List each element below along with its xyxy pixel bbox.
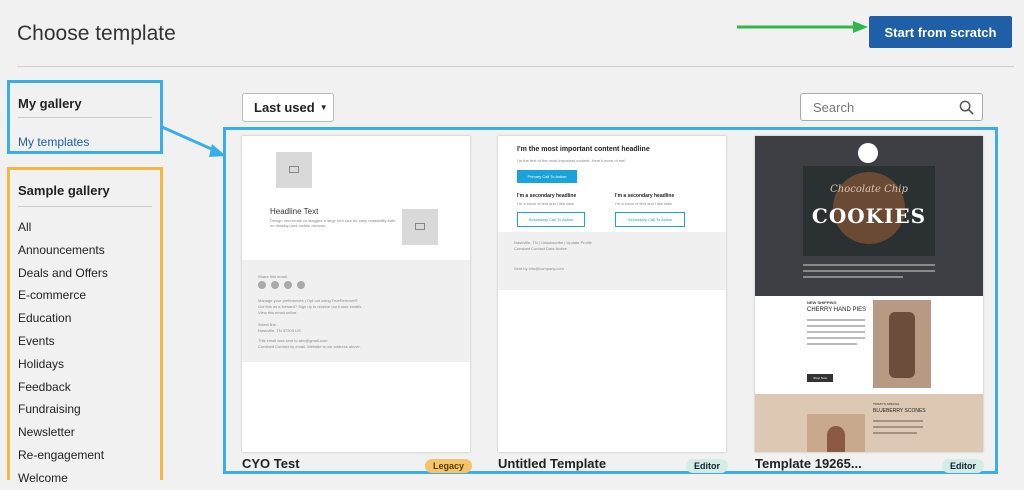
category-all[interactable]: All — [18, 216, 108, 239]
social-icon — [258, 281, 266, 289]
editor-badge: Editor — [942, 459, 984, 473]
primary-cta-button: Primary Call To Action — [517, 170, 577, 183]
text-line — [807, 319, 865, 321]
category-education[interactable]: Education — [18, 307, 108, 330]
footer-line: This email was sent to abc@gmail.com — [258, 338, 328, 343]
legacy-badge: Legacy — [425, 459, 473, 473]
green-arrow-annotation — [737, 21, 868, 33]
preview-headline: Headline Text — [270, 207, 319, 216]
category-newsletter[interactable]: Newsletter — [18, 421, 108, 444]
secondary-headline: I'm a secondary headline — [615, 193, 675, 199]
text-line — [803, 270, 935, 272]
search-input[interactable] — [811, 99, 955, 116]
category-welcome[interactable]: Welcome — [18, 467, 108, 490]
sample-gallery-section: Sample gallery All Announcements Deals a… — [7, 167, 163, 485]
text-line — [807, 331, 865, 333]
search-field[interactable] — [800, 93, 983, 121]
preview-body: Design new email on stagged a large font… — [270, 218, 396, 228]
my-gallery-section: My gallery My templates — [7, 80, 163, 154]
footer-line: Street line — [258, 322, 277, 327]
search-icon[interactable] — [959, 100, 974, 115]
template-name: Untitled Template — [498, 456, 607, 471]
page-title: Choose template — [17, 22, 176, 45]
text-line — [803, 276, 903, 278]
template-card-untitled[interactable]: I'm the most important content headline … — [498, 136, 726, 452]
footer-line: Sent by info@company.com — [514, 266, 564, 271]
category-holidays[interactable]: Holidays — [18, 353, 108, 376]
footer-line: Got this as a forward? Sign up to receiv… — [258, 304, 363, 309]
template-card-19265[interactable]: Chocolate Chip COOKIES NEW SHIPPING CHER… — [755, 136, 983, 452]
hero-title: COOKIES — [811, 204, 927, 228]
sort-dropdown[interactable]: Last used ▼ — [242, 93, 334, 122]
logo — [858, 143, 878, 163]
item-tag: NEW SHIPPING — [807, 300, 837, 305]
image-placeholder-icon — [402, 209, 438, 245]
sample-gallery-heading: Sample gallery — [18, 183, 110, 198]
secondary-text: I'm a block of text and I like tabs — [517, 201, 574, 206]
blue-arrow-annotation — [161, 125, 226, 157]
preview-footer: Share this email: Manage your preference… — [242, 260, 470, 362]
item-title: BLUEBERRY SCONES — [873, 408, 926, 414]
social-icon — [271, 281, 279, 289]
footer-line: Constant Contact Data Notice — [514, 246, 567, 251]
secondary-headline: I'm a secondary headline — [517, 193, 577, 199]
category-re-engagement[interactable]: Re-engagement — [18, 444, 108, 467]
text-line — [807, 337, 865, 339]
preview-footer: Nashville, TN | Unsubscribe | Update Pro… — [498, 232, 726, 290]
divider — [18, 117, 152, 118]
jar-image — [889, 312, 915, 378]
image-placeholder-icon — [276, 152, 312, 188]
scone-photo — [807, 414, 865, 452]
social-icon — [284, 281, 292, 289]
item-tag: TODAY'S SPECIAL — [873, 402, 900, 406]
start-from-scratch-button[interactable]: Start from scratch — [869, 16, 1012, 48]
category-events[interactable]: Events — [18, 330, 108, 353]
secondary-text: I'm a block of text and I like tabs — [615, 201, 672, 206]
my-gallery-heading: My gallery — [18, 96, 82, 111]
template-card-cyo-test[interactable]: Headline Text Design new email on stagge… — [242, 136, 470, 452]
secondary-cta-button: Secondary Call To Action — [615, 212, 685, 227]
text-line — [803, 264, 935, 266]
template-name: CYO Test — [242, 456, 300, 471]
shop-now-button: Shop Now — [807, 374, 833, 382]
footer-line: Constant Contact by email, Website is ou… — [258, 344, 361, 349]
preview-subtext: I'm the text of the most important conte… — [517, 158, 626, 163]
text-line — [807, 325, 865, 327]
my-templates-link[interactable]: My templates — [18, 135, 89, 149]
template-name: Template 19265... — [755, 456, 862, 471]
category-e-commerce[interactable]: E-commerce — [18, 284, 108, 307]
social-icon — [297, 281, 305, 289]
secondary-cta-button: Secondary Call To Action — [517, 212, 585, 227]
text-line — [807, 343, 857, 345]
hero-script-title: Chocolate Chip — [830, 184, 908, 195]
hero-section: Chocolate Chip COOKIES — [755, 136, 983, 296]
footer-line: Nashville, TN 37203 US — [258, 328, 301, 333]
text-line — [873, 432, 917, 434]
footer-line: Nashville, TN | Unsubscribe | Update Pro… — [514, 240, 592, 245]
sample-category-list: All Announcements Deals and Offers E-com… — [18, 216, 108, 490]
preview-headline: I'm the most important content headline — [517, 146, 650, 153]
item-title: CHERRY HAND PIES — [807, 307, 867, 313]
caret-down-icon: ▼ — [319, 103, 328, 112]
editor-badge: Editor — [686, 459, 728, 473]
text-line — [873, 426, 923, 428]
scone-image — [827, 426, 845, 452]
share-label: Share this email: — [258, 274, 288, 279]
specials-section: TODAY'S SPECIAL BLUEBERRY SCONES — [755, 394, 983, 452]
text-line — [873, 420, 923, 422]
pie-jar-photo — [873, 300, 931, 388]
footer-line: View this email online. — [258, 310, 298, 315]
category-fundraising[interactable]: Fundraising — [18, 398, 108, 421]
category-deals-and-offers[interactable]: Deals and Offers — [18, 262, 108, 285]
category-feedback[interactable]: Feedback — [18, 376, 108, 399]
category-announcements[interactable]: Announcements — [18, 239, 108, 262]
cookie-photo: Chocolate Chip COOKIES — [803, 166, 935, 256]
footer-line: Manage your preferences | Opt out using … — [258, 298, 358, 303]
sort-dropdown-label: Last used — [254, 100, 315, 115]
header-divider — [17, 66, 1014, 67]
divider — [18, 206, 152, 207]
